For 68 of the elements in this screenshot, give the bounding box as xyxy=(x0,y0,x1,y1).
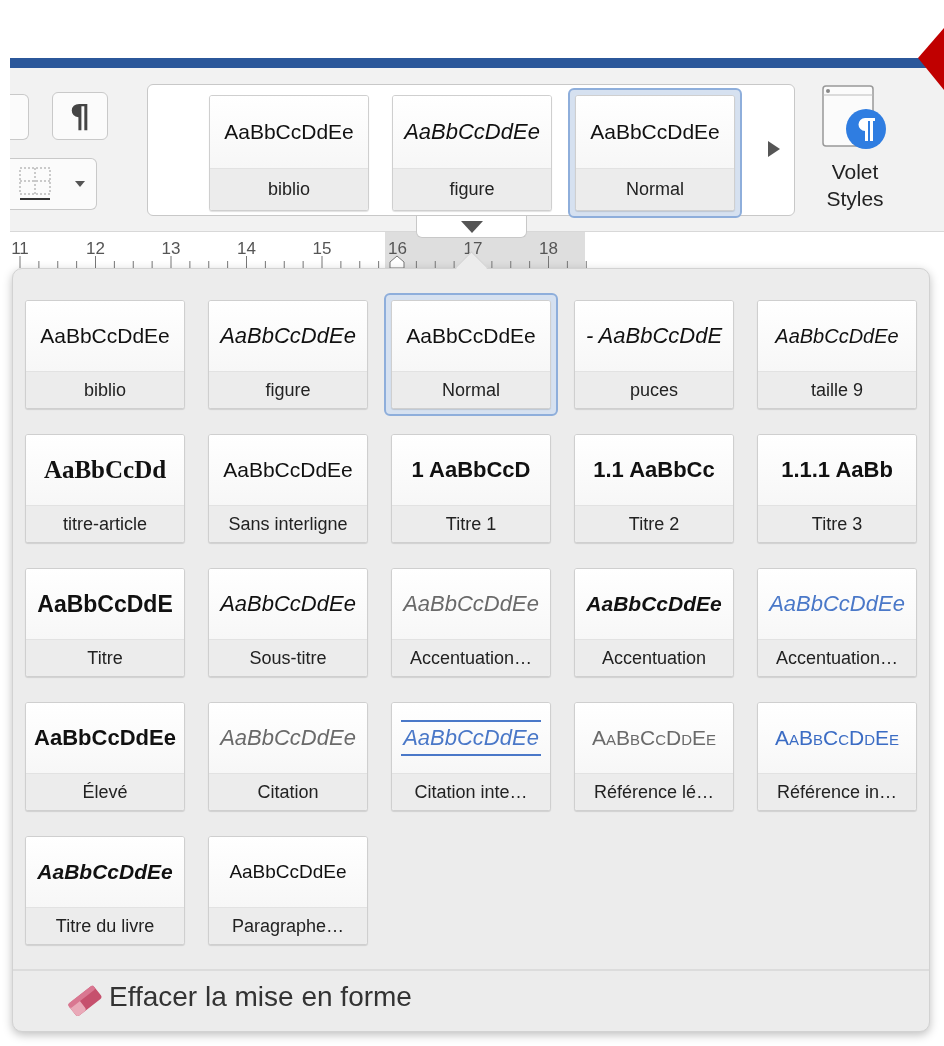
ruler-number: 14 xyxy=(237,239,256,258)
style-name: Titre xyxy=(87,647,123,669)
scroll-right-icon[interactable] xyxy=(767,140,781,158)
ruler-number: 17 xyxy=(463,239,483,258)
style-preview: AaBbCcDdEe xyxy=(586,592,722,616)
style-preview: AaBbCcDdE xyxy=(37,590,173,618)
style-preview: AaBbCcDdEe xyxy=(775,726,899,750)
style-preview: AaBbCcDdEe xyxy=(220,323,356,349)
style-preview: 1.1.1 AaBb xyxy=(781,457,893,483)
style-preview: AaBbCcDdEe xyxy=(401,720,541,756)
show-marks-button[interactable]: ¶ xyxy=(52,92,108,140)
ruler-number: 12 xyxy=(86,239,105,258)
style-preview: AaBbCcDdEe xyxy=(220,591,356,617)
clear-formatting-item[interactable]: Effacer la mise en forme xyxy=(109,981,412,1013)
styles-pane-icon[interactable] xyxy=(821,84,889,152)
style-preview: 1.1 AaBbCc xyxy=(593,457,715,483)
style-name: Accentuation xyxy=(601,647,707,669)
style-name: biblio xyxy=(84,379,126,401)
style-name: Citation xyxy=(257,781,319,803)
style-name: Titre du livre xyxy=(55,915,155,937)
ruler-number: 13 xyxy=(161,239,181,258)
style-preview: AaBbCcDdEe xyxy=(406,324,536,348)
annotation-arrow xyxy=(918,28,944,90)
style-preview: AaBbCcDd xyxy=(43,456,167,484)
style-preview: AaBbCcDdEe xyxy=(34,725,176,751)
style-name: Accentuation… xyxy=(775,647,899,669)
style-preview: AaBbCcDdEe xyxy=(592,726,716,750)
style-preview: AaBbCcDdEe xyxy=(224,120,354,144)
style-name: figure xyxy=(449,179,495,200)
style-preview: - AaBbCcDdE xyxy=(585,323,723,349)
style-name: Accentuation… xyxy=(409,647,533,669)
style-name: Référence lé… xyxy=(593,781,715,803)
style-name: Sans interligne xyxy=(228,513,348,535)
style-preview: AaBbCcDdEe xyxy=(404,119,540,145)
style-name: taille 9 xyxy=(811,379,863,401)
caret-icon xyxy=(74,180,86,188)
style-preview: AaBbCcDdEe xyxy=(769,591,905,617)
style-preview: AaBbCcDdEe xyxy=(229,861,347,883)
style-name: Titre 2 xyxy=(628,513,680,535)
style-preview: 1 AaBbCcD xyxy=(411,457,531,483)
style-name: puces xyxy=(629,379,678,401)
expand-gallery-button[interactable] xyxy=(416,216,527,238)
style-preview: AaBbCcDdEe xyxy=(37,860,173,884)
ruler-number: 18 xyxy=(539,239,558,258)
style-preview: AaBbCcDdEe xyxy=(403,591,539,617)
style-name: Paragraphe… xyxy=(231,915,345,937)
style-preview: AaBbCcDdEe xyxy=(40,324,170,348)
style-preview: AaBbCcDdEe xyxy=(223,458,353,482)
ruler-number: 16 xyxy=(388,239,407,258)
ruler-number: 15 xyxy=(312,239,332,258)
style-name: Normal xyxy=(442,379,500,401)
style-name: Citation inte… xyxy=(414,781,528,803)
ruler-number: 11 xyxy=(11,239,29,258)
style-tile[interactable]: AaBbCcDdEe Normal xyxy=(384,293,558,416)
style-name: Sous-titre xyxy=(249,647,327,669)
style-name: Élevé xyxy=(82,781,128,803)
style-name: Normal xyxy=(626,179,684,200)
styles-pane-label[interactable]: Volet Styles xyxy=(820,158,890,212)
style-name: biblio xyxy=(268,179,310,200)
style-name: Titre 1 xyxy=(445,513,497,535)
style-name: titre-article xyxy=(63,513,147,535)
style-preview: AaBbCcDdEe xyxy=(590,120,720,144)
style-preview: AaBbCcDdEe xyxy=(220,725,356,751)
style-preview: AaBbCcDdEe xyxy=(775,324,899,348)
style-name: Référence in… xyxy=(776,781,898,803)
style-name: Titre 3 xyxy=(811,513,863,535)
style-tile[interactable]: AaBbCcDdEe Normal xyxy=(568,88,742,218)
style-name: figure xyxy=(265,379,311,401)
